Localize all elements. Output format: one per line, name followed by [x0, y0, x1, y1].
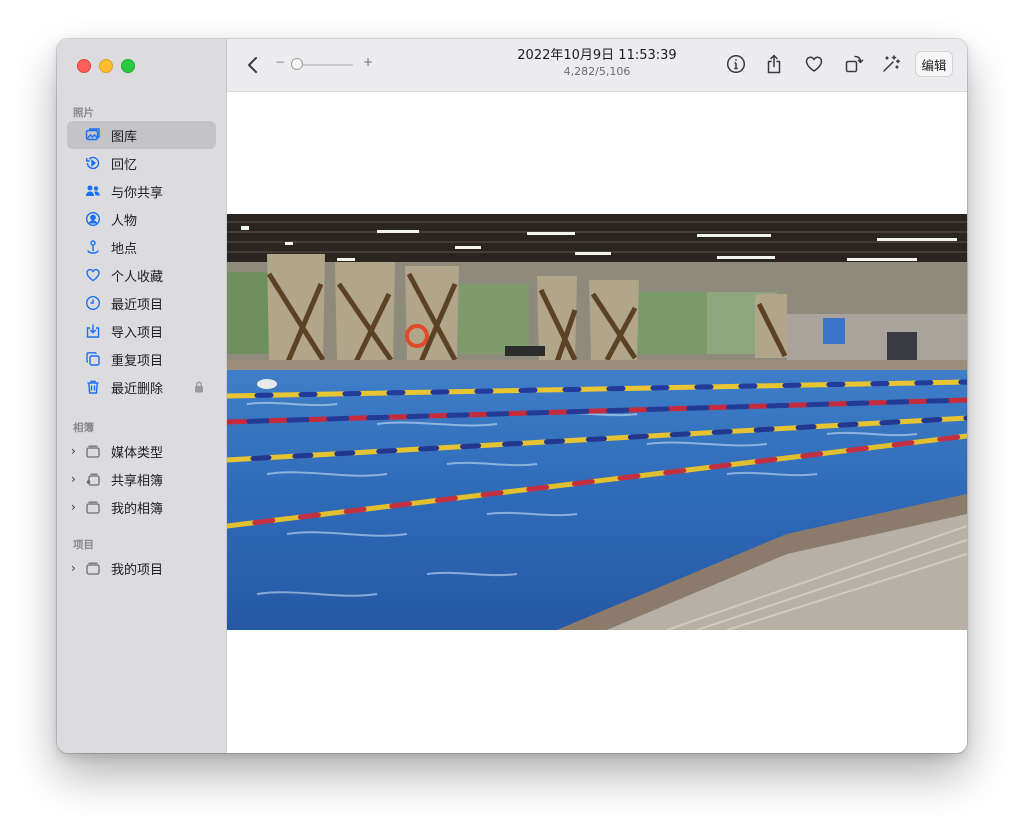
zoom-knob[interactable] — [291, 58, 304, 70]
swimming-pool-photo — [227, 214, 967, 630]
sidebar-item-library[interactable]: 图库 — [67, 121, 216, 149]
section-header-projects: 项目 — [73, 539, 94, 551]
shared-album-icon — [83, 471, 103, 487]
fullscreen-window-button[interactable] — [121, 59, 135, 73]
chevron-right-icon[interactable]: › — [71, 500, 83, 514]
imports-icon — [83, 323, 103, 339]
sidebar-item-label: 导入项目 — [111, 325, 164, 341]
sidebar-item-label: 我的相簿 — [111, 501, 164, 517]
window-controls — [77, 59, 135, 73]
zoom-in-label: + — [363, 55, 374, 69]
folder-stack-icon — [83, 499, 103, 515]
sidebar-item-duplicates[interactable]: 重复项目 — [67, 345, 216, 373]
photo-count: 4,282/5,106 — [563, 65, 631, 78]
info-icon[interactable] — [725, 53, 747, 75]
duplicates-icon — [83, 351, 103, 367]
sidebar-item-shared-albums[interactable]: › 共享相簿 — [67, 465, 216, 493]
toolbar: − + 2022年10月9日 11:53:39 4,282/5,106 编辑 — [227, 39, 967, 92]
trash-icon — [83, 379, 103, 395]
chevron-right-icon[interactable]: › — [71, 444, 83, 458]
sidebar-item-label: 共享相簿 — [111, 473, 164, 489]
section-header-albums: 相簿 — [73, 422, 94, 434]
photo-library-icon — [83, 127, 103, 143]
folder-stack-icon — [83, 443, 103, 459]
rotate-icon[interactable] — [843, 53, 865, 75]
sidebar-item-label: 与你共享 — [111, 185, 164, 201]
people-icon — [83, 211, 103, 227]
sidebar-item-label: 最近删除 — [111, 381, 164, 397]
sidebar-item-memories[interactable]: 回忆 — [67, 149, 216, 177]
minimize-window-button[interactable] — [99, 59, 113, 73]
photo-title: 2022年10月9日 11:53:39 4,282/5,106 — [467, 48, 727, 79]
sidebar-item-my-albums[interactable]: › 我的相簿 — [67, 493, 216, 521]
memories-icon — [83, 155, 103, 171]
section-header-photos: 照片 — [73, 107, 94, 119]
folder-stack-icon — [83, 560, 103, 576]
sidebar-item-label: 地点 — [111, 241, 138, 257]
sidebar-item-my-projects[interactable]: › 我的项目 — [67, 554, 216, 582]
chevron-right-icon[interactable]: › — [71, 561, 83, 575]
sidebar-item-places[interactable]: 地点 — [67, 233, 216, 261]
sidebar-item-label: 回忆 — [111, 157, 138, 173]
recents-icon — [83, 295, 103, 311]
sidebar-item-favorites[interactable]: 个人收藏 — [67, 261, 216, 289]
magic-wand-icon[interactable] — [880, 53, 902, 75]
heart-icon — [83, 267, 103, 283]
heart-icon[interactable] — [803, 53, 825, 75]
sidebar-item-recently-deleted[interactable]: 最近删除 — [67, 373, 216, 401]
sidebar-item-label: 人物 — [111, 213, 138, 229]
photo-viewer: − + 2022年10月9日 11:53:39 4,282/5,106 编辑 — [227, 39, 967, 753]
photos-window: 照片 图库 回忆 与你共享 人物 地点 个人收藏 最近项目 导入项目 重复项目 … — [57, 39, 967, 753]
sidebar-item-label: 我的项目 — [111, 562, 164, 578]
sidebar-item-label: 媒体类型 — [111, 445, 164, 461]
sidebar-item-shared-with-you[interactable]: 与你共享 — [67, 177, 216, 205]
sidebar-item-label: 图库 — [111, 129, 138, 145]
sidebar-item-label: 最近项目 — [111, 297, 164, 313]
share-icon[interactable] — [763, 53, 785, 75]
sidebar: 照片 图库 回忆 与你共享 人物 地点 个人收藏 最近项目 导入项目 重复项目 … — [57, 39, 227, 753]
sidebar-item-label: 重复项目 — [111, 353, 164, 369]
close-window-button[interactable] — [77, 59, 91, 73]
photo-date: 2022年10月9日 11:53:39 — [517, 48, 677, 63]
sidebar-item-label: 个人收藏 — [111, 269, 164, 285]
chevron-right-icon[interactable]: › — [71, 472, 83, 486]
sidebar-item-imports[interactable]: 导入项目 — [67, 317, 216, 345]
sidebar-item-media-types[interactable]: › 媒体类型 — [67, 437, 216, 465]
sidebar-item-people[interactable]: 人物 — [67, 205, 216, 233]
shared-with-you-icon — [83, 183, 103, 199]
back-chevron-icon[interactable] — [243, 53, 263, 77]
sidebar-item-recents[interactable]: 最近项目 — [67, 289, 216, 317]
zoom-out-label: − — [275, 55, 286, 69]
edit-button[interactable]: 编辑 — [915, 51, 953, 77]
places-icon — [83, 239, 103, 255]
lock-icon — [195, 381, 203, 393]
zoom-slider[interactable]: − + — [275, 55, 375, 73]
